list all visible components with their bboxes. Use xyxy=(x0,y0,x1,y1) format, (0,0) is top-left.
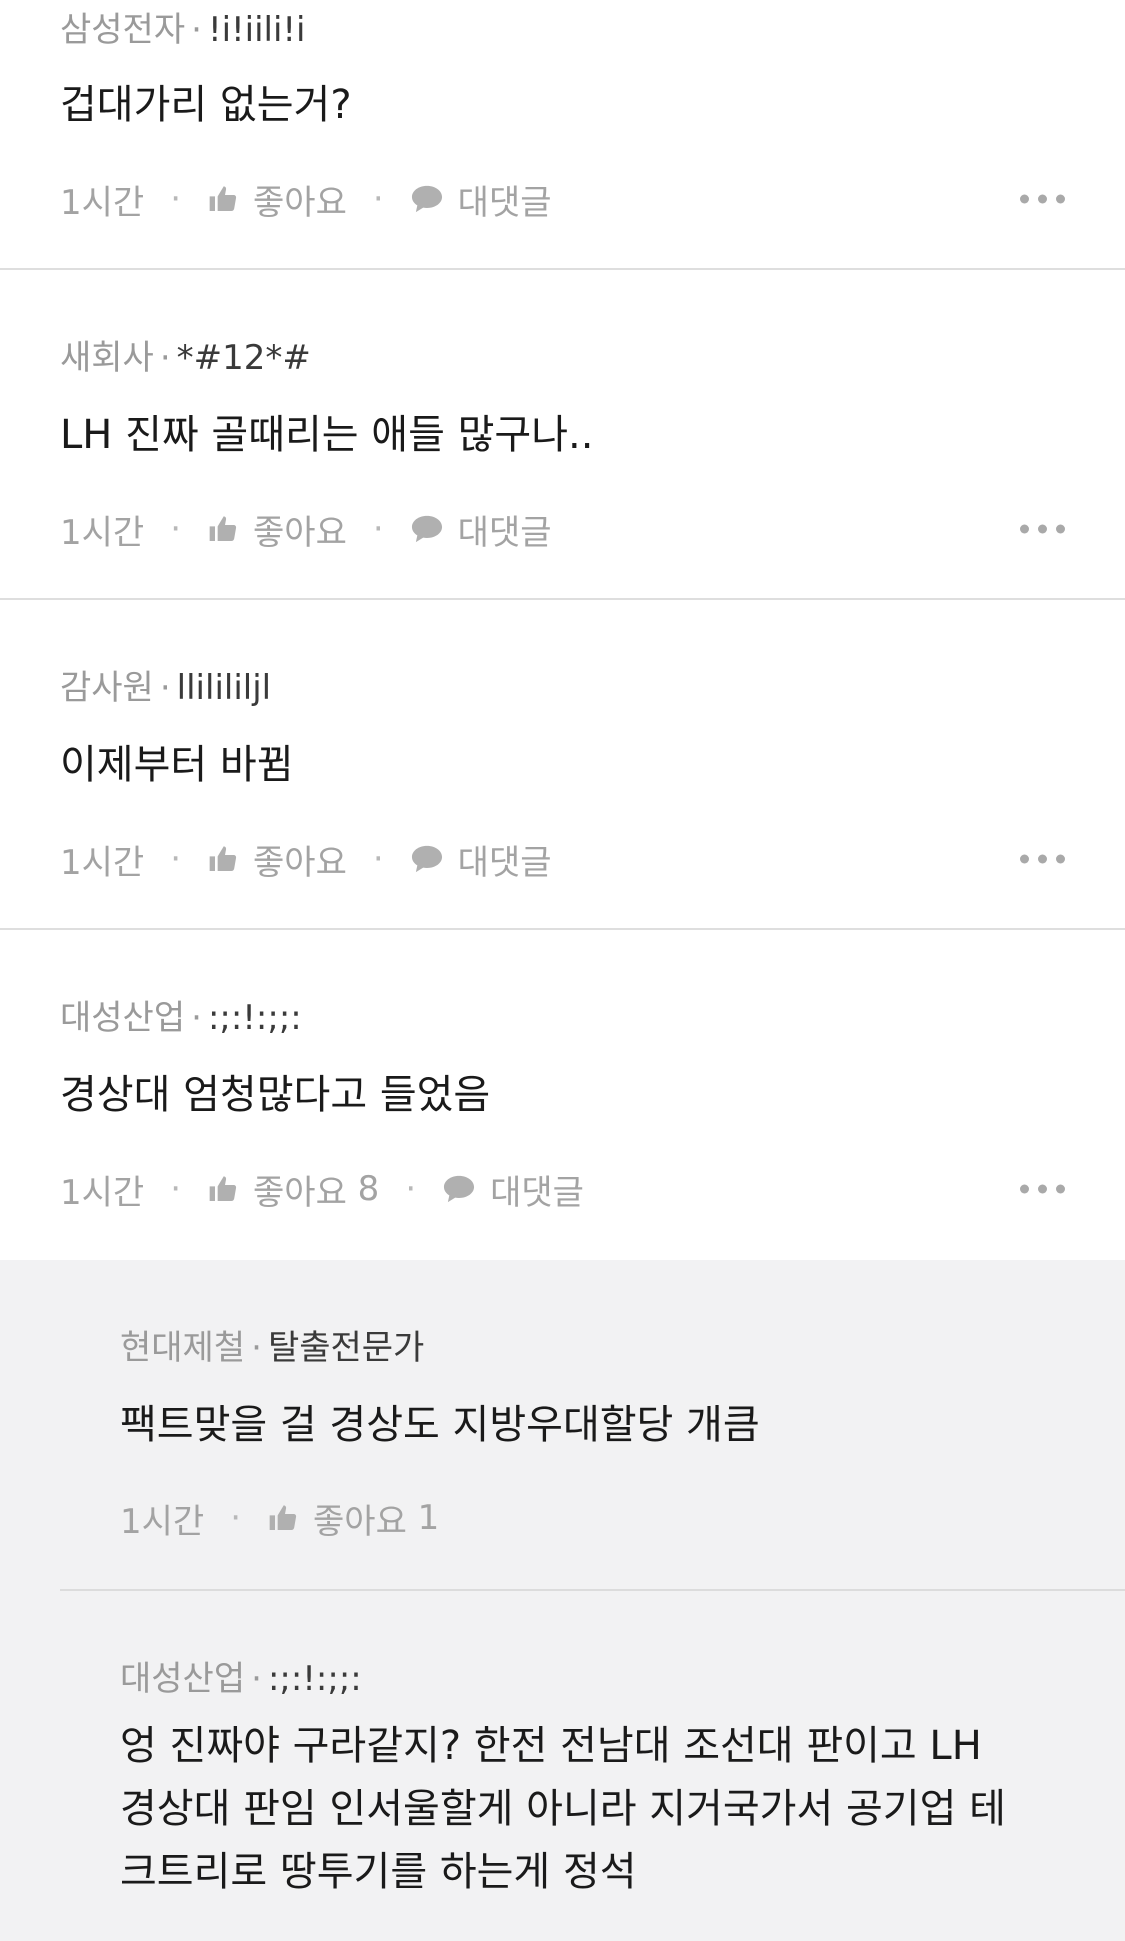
like-count: 8 xyxy=(357,1169,380,1209)
time-label: 1시간 xyxy=(60,842,145,883)
more-dots-icon[interactable] xyxy=(1020,194,1065,204)
reply-thread: 현대제철 · 탈출전문가 팩트맞을 걸 경상도 지방우대할당 개큼 1시간 · 좋아… xyxy=(0,1260,1125,1941)
reply-button[interactable]: 대댓글 xyxy=(410,835,552,884)
separator-dot: · xyxy=(170,509,182,549)
like-button[interactable]: 좋아요 8 xyxy=(207,1165,379,1214)
like-label: 좋아요 xyxy=(253,512,347,553)
nickname[interactable]: 탈출전문가 xyxy=(268,1328,424,1368)
reply-label: 대댓글 xyxy=(457,182,552,223)
comment-item: 삼성전자 · !i!iili!i 겁대가리 없는거? 1시간 · 좋아요 · 대댓글 xyxy=(0,0,1125,270)
separator-dot: · xyxy=(372,509,384,549)
reply-button[interactable]: 대댓글 xyxy=(410,505,552,554)
reply-text-line: 경상대 판임 인서울할게 아니라 지거국가서 공기업 테 xyxy=(120,1786,1006,1832)
thumbs-up-icon xyxy=(207,513,239,545)
comment-actions: 1시간 · 좋아요 · 대댓글 xyxy=(60,834,1065,884)
separator-dot: · xyxy=(170,1169,182,1209)
separator-dot: · xyxy=(170,179,182,219)
more-dots-icon[interactable] xyxy=(1020,854,1065,864)
reply-meta: 현대제철 · 탈출전문가 xyxy=(120,1328,425,1368)
time-label: 1시간 xyxy=(120,1501,205,1542)
separator-dot: · xyxy=(230,1498,242,1538)
reply-label: 대댓글 xyxy=(490,1172,584,1213)
speech-bubble-icon xyxy=(410,513,444,545)
separator-dot: · xyxy=(405,1169,417,1209)
comment-text: 경상대 엄청많다고 들었음 xyxy=(60,1072,491,1118)
comment-meta: 새회사 · *#12*# xyxy=(60,338,311,378)
like-count: 1 xyxy=(417,1498,440,1538)
separator-dot: · xyxy=(372,839,384,879)
nickname[interactable]: llilililjl xyxy=(177,668,271,708)
comment-meta: 대성산업 ·:;:!:;;: xyxy=(60,998,302,1038)
reply-meta: 대성산업 ·:;:!:;;: xyxy=(120,1659,362,1699)
reply-item: 현대제철 · 탈출전문가 팩트맞을 걸 경상도 지방우대할당 개큼 1시간 · 좋아… xyxy=(0,1260,1125,1591)
more-dots-icon[interactable] xyxy=(1020,1184,1065,1194)
like-button[interactable]: 좋아요 xyxy=(207,505,347,554)
reply-label: 대댓글 xyxy=(457,842,552,883)
thumbs-up-icon xyxy=(267,1502,299,1534)
company-name: 삼성전자 xyxy=(60,10,186,50)
time-label: 1시간 xyxy=(60,512,145,553)
comment-item: 새회사 · *#12*# LH 진짜 골때리는 애들 많구나.. 1시간 · 좋아요… xyxy=(0,270,1125,600)
thumbs-up-icon xyxy=(207,843,239,875)
reply-label: 대댓글 xyxy=(457,512,552,553)
nickname[interactable]: :;:!:;;: xyxy=(268,1659,362,1699)
like-button[interactable]: 좋아요 1 xyxy=(267,1494,439,1543)
speech-bubble-icon xyxy=(410,843,444,875)
comment-actions: 1시간 · 좋아요 8 · 대댓글 xyxy=(60,1164,1065,1214)
reply-button[interactable]: 대댓글 xyxy=(410,175,552,224)
like-label: 좋아요 xyxy=(313,1501,407,1542)
reply-text-line: 엉 진짜야 구라같지? 한전 전남대 조선대 판이고 LH xyxy=(120,1723,982,1769)
company-name: 새회사 xyxy=(60,338,154,378)
comment-text: 이제부터 바뀜 xyxy=(60,742,294,788)
time-label: 1시간 xyxy=(60,182,145,223)
company-name: 감사원 xyxy=(60,668,154,708)
separator-dot: · xyxy=(372,179,384,219)
nickname[interactable]: :;:!:;;: xyxy=(208,998,302,1038)
reply-text: 엉 진짜야 구라같지? 한전 전남대 조선대 판이고 LH 경상대 판임 인서울… xyxy=(120,1715,1065,1904)
comment-actions: 1시간 · 좋아요 · 대댓글 xyxy=(60,504,1065,554)
thumbs-up-icon xyxy=(207,183,239,215)
more-dots-icon[interactable] xyxy=(1020,524,1065,534)
like-button[interactable]: 좋아요 xyxy=(207,175,347,224)
reply-actions: 1시간 · 좋아요 1 xyxy=(120,1493,1065,1543)
comment-item: 대성산업 ·:;:!:;;: 경상대 엄청많다고 들었음 1시간 · 좋아요 8 … xyxy=(0,930,1125,1260)
comment-meta: 삼성전자 · !i!iili!i xyxy=(60,10,306,50)
separator-dot: · xyxy=(170,839,182,879)
comment-meta: 감사원 · llilililjl xyxy=(60,668,272,708)
reply-text-line: 크트리로 땅투기를 하는게 정석 xyxy=(120,1849,637,1895)
company-name: 대성산업 xyxy=(60,998,186,1038)
like-button[interactable]: 좋아요 xyxy=(207,835,347,884)
reply-button[interactable]: 대댓글 xyxy=(442,1165,584,1214)
thumbs-up-icon xyxy=(207,1173,239,1205)
speech-bubble-icon xyxy=(410,183,444,215)
like-label: 좋아요 xyxy=(253,842,347,883)
comment-item: 감사원 · llilililjl 이제부터 바뀜 1시간 · 좋아요 · 대댓글 xyxy=(0,600,1125,930)
time-label: 1시간 xyxy=(60,1172,145,1213)
like-label: 좋아요 xyxy=(253,1172,347,1213)
reply-text: 팩트맞을 걸 경상도 지방우대할당 개큼 xyxy=(120,1402,760,1448)
reply-item: 대성산업 ·:;:!:;;: 엉 진짜야 구라같지? 한전 전남대 조선대 판이고… xyxy=(0,1591,1125,1941)
nickname[interactable]: !i!iili!i xyxy=(208,10,306,50)
company-name: 대성산업 xyxy=(120,1659,246,1699)
comment-text: LH 진짜 골때리는 애들 많구나.. xyxy=(60,412,594,458)
company-name: 현대제철 xyxy=(120,1328,246,1368)
comment-text: 겁대가리 없는거? xyxy=(60,82,352,128)
nickname[interactable]: *#12*# xyxy=(177,338,311,378)
like-label: 좋아요 xyxy=(253,182,347,223)
comment-actions: 1시간 · 좋아요 · 대댓글 xyxy=(60,174,1065,224)
speech-bubble-icon xyxy=(442,1173,476,1205)
